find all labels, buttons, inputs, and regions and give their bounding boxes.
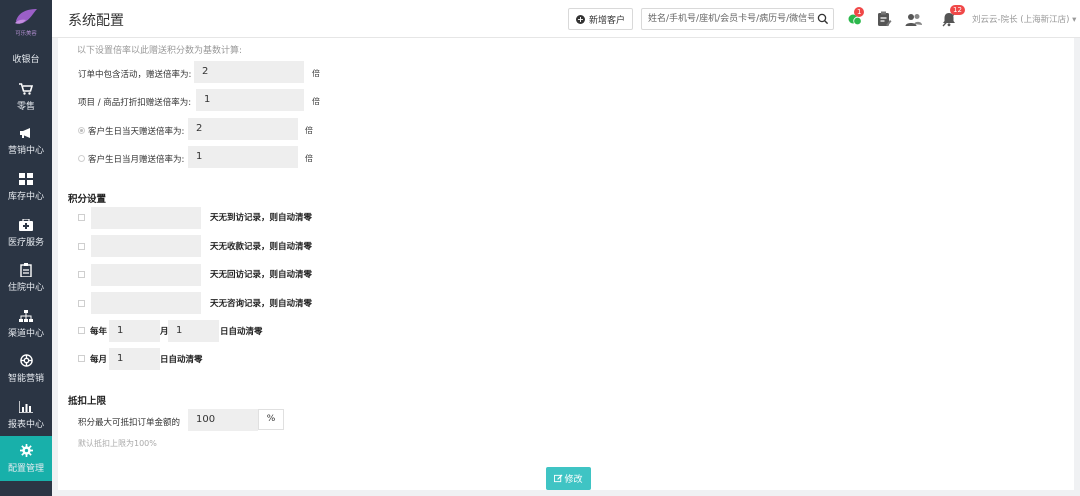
sidebar-item-retail[interactable]: 零售 (0, 74, 52, 119)
edit-button-label: 修改 (564, 475, 583, 485)
sidebar-item-label: 渠道中心 (7, 328, 44, 339)
birthday-day-unit: 倍 (305, 126, 313, 135)
discount-multiplier-label: 项目 / 商品打折扣赠送倍率为: (78, 98, 192, 108)
activity-multiplier-label: 订单中包含活动，赠送倍率为: (78, 70, 192, 80)
megaphone-icon (18, 126, 34, 140)
add-customer-button[interactable]: + 新增客户 (568, 8, 633, 30)
no-visit-checkbox[interactable] (78, 214, 85, 221)
sidebar-item-label: 收银台 (12, 55, 40, 65)
sidebar-item-label: 库存中心 (7, 191, 44, 202)
config-panel: 以下设置倍率以此赠送积分数为基数计算: 订单中包含活动，赠送倍率为: 2 倍 项… (58, 38, 1074, 490)
deduct-section-title: 抵扣上限 (68, 396, 107, 407)
no-payment-label: 天无收款记录，则自动清零 (210, 242, 313, 252)
sidebar-item-label: 智能营销 (7, 373, 44, 384)
birthday-day-radio[interactable] (78, 127, 85, 134)
points-section-title: 积分设置 (68, 194, 107, 205)
customer-search-input[interactable] (642, 9, 814, 29)
top-header: 系统配置 + 新增客户 1 12 刘云云-院长 (上海新江店) ▾ (52, 0, 1080, 38)
sidebar-item-label: 零售 (16, 101, 35, 112)
birthday-day-label: 客户生日当天赠送倍率为: (88, 127, 185, 137)
no-consult-days-input[interactable] (91, 292, 201, 314)
sidebar-item-config[interactable]: 配置管理 (0, 436, 52, 481)
activity-multiplier-unit: 倍 (312, 69, 320, 78)
birthday-day-input[interactable]: 2 (188, 118, 298, 140)
sidebar-item-channel[interactable]: 渠道中心 (0, 301, 52, 346)
customer-search (641, 8, 834, 30)
edit-button[interactable]: 修改 (546, 467, 591, 490)
edit-icon (554, 474, 563, 483)
no-followup-days-input[interactable] (91, 264, 201, 286)
no-consult-checkbox[interactable] (78, 300, 85, 307)
sidebar-item-reports[interactable]: 报表中心 (0, 392, 52, 437)
multiplier-intro: 以下设置倍率以此赠送积分数为基数计算: (77, 46, 243, 56)
no-visit-days-input[interactable] (91, 207, 201, 229)
no-followup-label: 天无回访记录，则自动清零 (210, 270, 313, 280)
monthly-day-label: 日自动清零 (160, 355, 203, 365)
add-customer-label: 新增客户 (588, 15, 625, 26)
no-payment-checkbox[interactable] (78, 243, 85, 250)
plus-circle-icon: + (575, 14, 585, 24)
clipboard-edit-icon[interactable] (875, 10, 893, 28)
birthday-month-input[interactable]: 1 (188, 146, 298, 168)
yearly-month-input[interactable]: 1 (109, 320, 160, 342)
no-payment-days-input[interactable] (91, 235, 201, 257)
discount-multiplier-unit: 倍 (312, 97, 320, 106)
grid-icon (18, 172, 34, 186)
sidebar-item-label: 配置管理 (7, 463, 44, 474)
medkit-icon (18, 218, 34, 232)
monthly-day-input[interactable]: 1 (109, 348, 160, 370)
discount-multiplier-input[interactable]: 1 (196, 89, 304, 111)
sidebar-item-inventory[interactable]: 库存中心 (0, 164, 52, 209)
yearly-day-input[interactable]: 1 (168, 320, 219, 342)
search-icon[interactable] (817, 13, 829, 25)
yearly-reset-checkbox[interactable] (78, 327, 85, 334)
no-consult-label: 天无咨询记录，则自动清零 (210, 299, 313, 309)
sidebar: 可乐美容 收银台 零售 营销中心 库存中心 医疗服务 住院中心 渠道中心 智能营… (0, 0, 52, 496)
monthly-reset-checkbox[interactable] (78, 355, 85, 362)
birthday-month-label: 客户生日当月赠送倍率为: (88, 155, 185, 165)
deduct-hint: 默认抵扣上限为100% (78, 439, 157, 448)
sidebar-item-smart-marketing[interactable]: 智能营销 (0, 346, 52, 391)
activity-multiplier-input[interactable]: 2 (194, 61, 304, 83)
monthly-prefix: 每月 (90, 355, 108, 365)
sitemap-icon (18, 309, 34, 323)
sidebar-item-label: 医疗服务 (7, 237, 44, 248)
life-ring-icon (18, 354, 34, 368)
notification-badge: 12 (950, 5, 965, 15)
user-menu[interactable]: 刘云云-院长 (上海新江店) ▾ (972, 13, 1076, 25)
brand-logo-icon (15, 9, 37, 24)
users-icon[interactable] (904, 10, 922, 28)
sidebar-item-label: 住院中心 (7, 282, 44, 293)
gear-icon (18, 444, 34, 458)
sidebar-item-medical[interactable]: 医疗服务 (0, 210, 52, 255)
no-followup-checkbox[interactable] (78, 271, 85, 278)
sidebar-item-label: 报表中心 (7, 419, 44, 430)
deduct-percent-input[interactable]: 100 (188, 409, 258, 431)
yearly-day-label: 日自动清零 (220, 327, 263, 337)
yearly-prefix: 每年 (90, 327, 108, 337)
wechat-icon[interactable]: 1 (846, 7, 865, 28)
clipboard-icon (18, 262, 34, 277)
no-visit-label: 天无到访记录，则自动清零 (210, 213, 313, 223)
cart-icon (18, 82, 34, 96)
deduct-label: 积分最大可抵扣订单金额的 (78, 418, 181, 428)
birthday-month-unit: 倍 (305, 154, 313, 163)
sidebar-item-marketing[interactable]: 营销中心 (0, 118, 52, 163)
deduct-percent-unit: % (258, 409, 284, 430)
sidebar-item-inpatient[interactable]: 住院中心 (0, 255, 52, 300)
sidebar-item-label: 营销中心 (7, 145, 44, 156)
bell-off-icon[interactable]: 12 (940, 5, 965, 28)
birthday-month-radio[interactable] (78, 155, 85, 162)
bar-chart-icon (18, 400, 34, 414)
page-title: 系统配置 (68, 13, 124, 29)
